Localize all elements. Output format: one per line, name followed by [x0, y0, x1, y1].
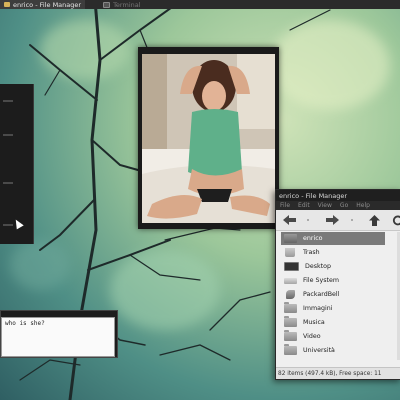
folder-icon [4, 2, 10, 7]
drive-icon [284, 277, 297, 284]
reload-button[interactable] [390, 214, 400, 226]
taskbar-item-label: enrico - File Manager [13, 0, 82, 9]
photo [142, 54, 275, 223]
places-item-label: PackardBell [303, 291, 340, 298]
chat-input[interactable]: who is she? [1, 317, 115, 357]
terminal-icon [103, 1, 111, 8]
chat-window: who is she? [0, 310, 118, 358]
up-arrow-icon [368, 214, 380, 226]
menu-help[interactable]: Help [352, 202, 374, 209]
places-item-label: Musica [303, 319, 325, 326]
places-item-label: Immagini [303, 305, 333, 312]
trash-icon [285, 248, 295, 257]
places-item-label: Desktop [305, 263, 331, 270]
photo-image [142, 54, 275, 223]
menu-edit[interactable]: Edit [294, 202, 314, 209]
menu-go[interactable]: Go [336, 202, 352, 209]
toolbar-separator [351, 219, 353, 221]
removable-drive-icon [286, 290, 295, 299]
taskbar-item-label: Terminal [113, 0, 141, 9]
places-list: enrico Trash Desktop File System Packard… [276, 232, 400, 360]
places-item-video[interactable]: Video [281, 330, 385, 343]
home-folder-icon [284, 234, 297, 243]
places-item-file-system[interactable]: File System [281, 274, 385, 287]
back-arrow-icon [282, 215, 296, 225]
places-item-label: enrico [303, 235, 323, 242]
menu-bar: File Edit View Go Help [276, 201, 400, 210]
panel-item[interactable] [3, 224, 13, 226]
places-item-universita[interactable]: Università [281, 344, 385, 357]
places-item-label: Università [303, 347, 335, 354]
places-item-label: File System [303, 277, 340, 284]
folder-icon [284, 316, 297, 327]
taskbar: enrico - File Manager Terminal [0, 0, 400, 9]
reload-icon [392, 215, 400, 225]
forward-arrow-icon [325, 215, 339, 225]
places-item-trash[interactable]: Trash [281, 246, 385, 259]
places-item-enrico[interactable]: enrico [281, 232, 385, 245]
toolbar [276, 210, 400, 231]
places-item-musica[interactable]: Musica [281, 316, 385, 329]
status-bar: 82 items (497.4 kB), Free space: 11 [276, 367, 400, 379]
folder-icon [284, 330, 297, 341]
folder-icon [284, 344, 297, 355]
toolbar-separator [307, 219, 309, 221]
places-item-immagini[interactable]: Immagini [281, 302, 385, 315]
panel-item[interactable] [3, 100, 13, 102]
up-button[interactable] [367, 214, 381, 226]
places-item-label: Trash [303, 249, 320, 256]
places-item-packardbell[interactable]: PackardBell [281, 288, 385, 301]
menu-file[interactable]: File [276, 202, 294, 209]
places-item-desktop[interactable]: Desktop [281, 260, 385, 273]
image-viewer-window [138, 47, 279, 229]
panel-item[interactable] [3, 134, 13, 136]
window-title[interactable]: enrico - File Manager [276, 190, 400, 201]
panel-item[interactable] [3, 182, 13, 184]
chat-message: who is she? [5, 320, 45, 327]
folder-icon [284, 302, 297, 313]
desktop-icon [284, 262, 299, 271]
taskbar-item-terminal[interactable]: Terminal [99, 0, 144, 9]
taskbar-item-file-manager[interactable]: enrico - File Manager [0, 0, 86, 9]
file-manager-window: enrico - File Manager File Edit View Go … [275, 189, 400, 380]
back-button[interactable] [282, 214, 296, 226]
places-item-label: Video [303, 333, 321, 340]
forward-button[interactable] [325, 214, 339, 226]
menu-view[interactable]: View [314, 202, 336, 209]
